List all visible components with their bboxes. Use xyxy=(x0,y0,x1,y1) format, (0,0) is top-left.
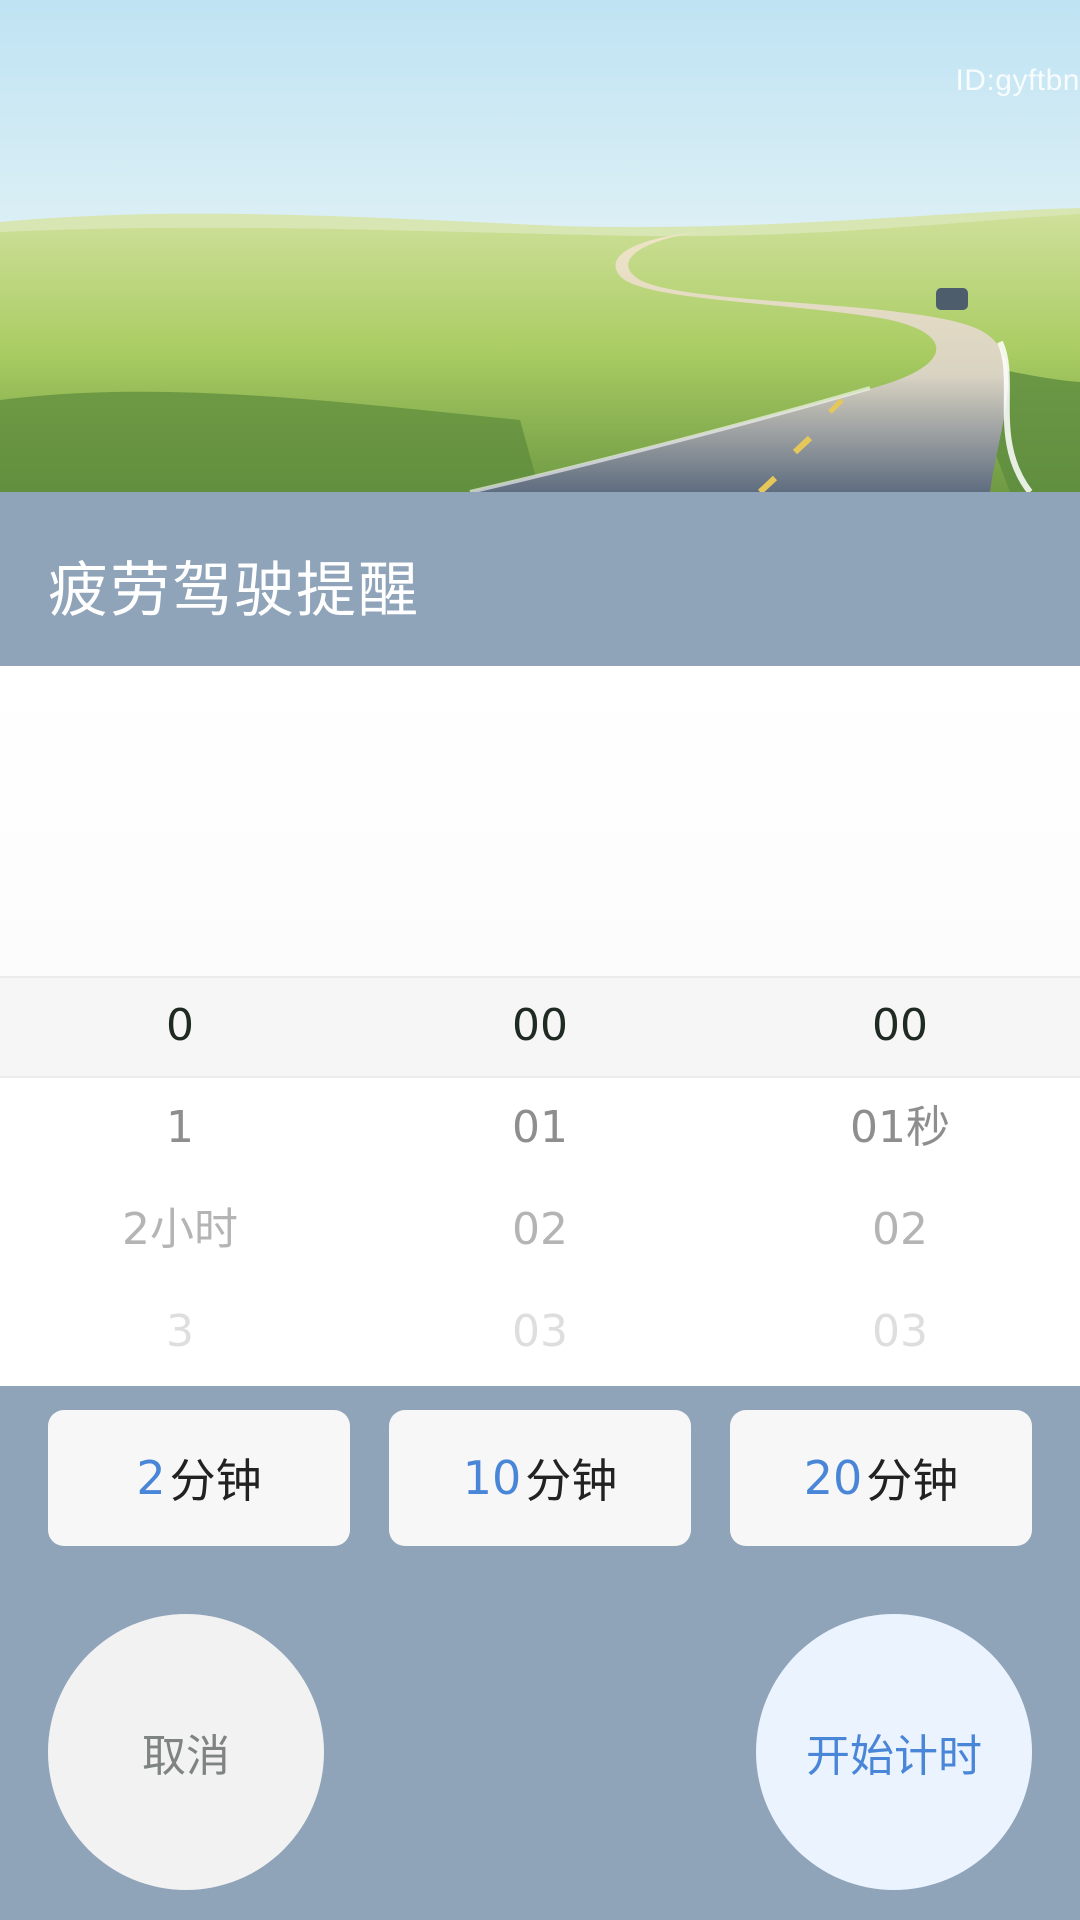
minutes-option[interactable]: 02 xyxy=(360,1200,720,1260)
hours-option[interactable]: 1 xyxy=(0,1098,360,1158)
hours-wheel[interactable]: 0 1 2小时 3 xyxy=(0,666,360,1386)
minutes-selected[interactable]: 00 xyxy=(360,996,720,1056)
minutes-option[interactable]: 03 xyxy=(360,1302,720,1362)
seconds-option[interactable]: 02 xyxy=(720,1200,1080,1260)
header-bar: 疲劳驾驶提醒 xyxy=(0,492,1080,666)
hours-option[interactable]: 3 xyxy=(0,1302,360,1362)
page-title: 疲劳驾驶提醒 xyxy=(48,556,420,626)
seconds-option[interactable]: 03 xyxy=(720,1302,1080,1362)
road-landscape-image xyxy=(0,0,1080,492)
seconds-wheel[interactable]: 00 01秒 02 03 xyxy=(720,666,1080,1386)
preset-number: 20 xyxy=(803,1451,863,1505)
preset-20min-button[interactable]: 20 分钟 xyxy=(730,1410,1032,1546)
hero-illustration: ID:gyftbn xyxy=(0,0,1080,492)
hours-option[interactable]: 2小时 xyxy=(0,1200,360,1260)
seconds-selected[interactable]: 00 xyxy=(720,996,1080,1056)
preset-number: 10 xyxy=(462,1451,522,1505)
preset-row: 2 分钟 10 分钟 20 分钟 xyxy=(0,1386,1080,1586)
minutes-option[interactable]: 01 xyxy=(360,1098,720,1158)
car-icon xyxy=(936,288,968,310)
preset-number: 2 xyxy=(136,1451,166,1505)
preset-10min-button[interactable]: 10 分钟 xyxy=(389,1410,691,1546)
preset-unit: 分钟 xyxy=(169,1454,262,1508)
time-picker[interactable]: 0 1 2小时 3 00 01 02 03 00 01秒 02 03 xyxy=(0,666,1080,1386)
cancel-button[interactable]: 取消 xyxy=(48,1614,324,1890)
seconds-option[interactable]: 01秒 xyxy=(720,1098,1080,1158)
watermark-id: ID:gyftbn xyxy=(955,64,1080,97)
minutes-wheel[interactable]: 00 01 02 03 xyxy=(360,666,720,1386)
hours-selected[interactable]: 0 xyxy=(0,996,360,1056)
preset-unit: 分钟 xyxy=(525,1454,618,1508)
start-timer-button[interactable]: 开始计时 xyxy=(756,1614,1032,1890)
preset-2min-button[interactable]: 2 分钟 xyxy=(48,1410,350,1546)
preset-unit: 分钟 xyxy=(866,1454,959,1508)
